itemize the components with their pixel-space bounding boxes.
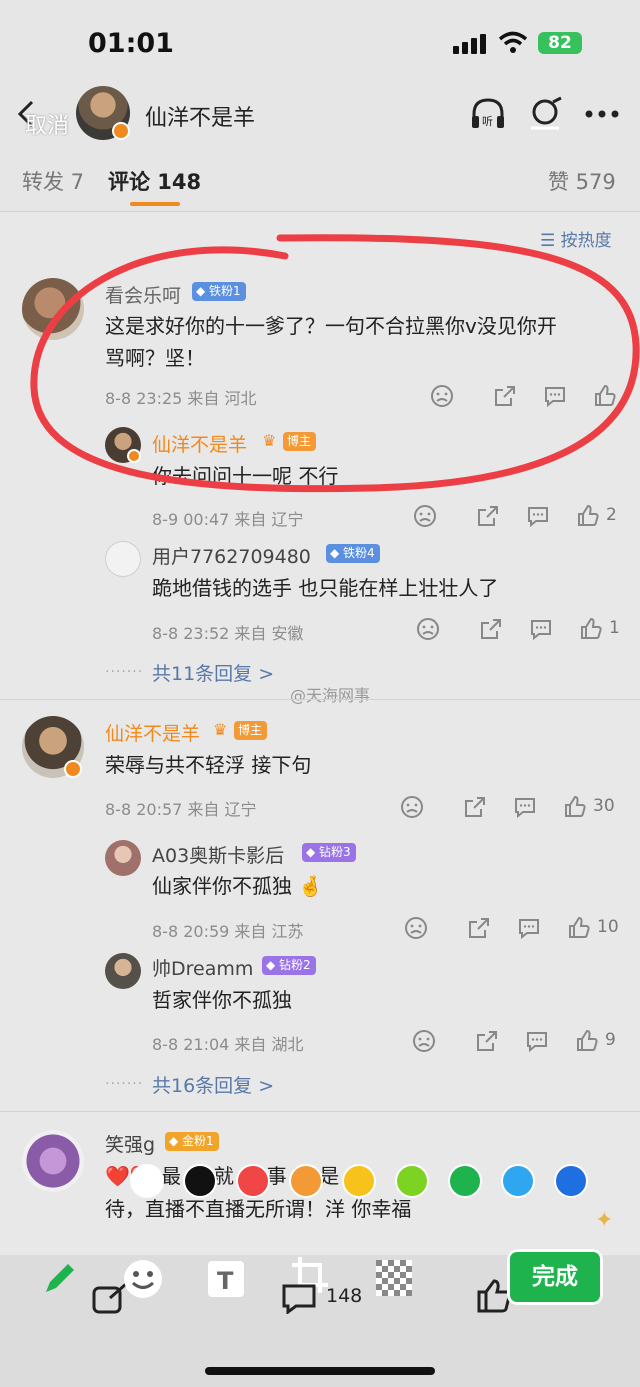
done-button[interactable]: 完成 [507, 1249, 603, 1305]
comment-count: 148 [326, 1285, 363, 1307]
color-swatch[interactable] [289, 1164, 323, 1198]
color-swatch[interactable] [501, 1164, 535, 1198]
svg-text:T: T [217, 1267, 234, 1295]
home-indicator [205, 1367, 435, 1375]
color-swatch[interactable] [183, 1164, 217, 1198]
pen-icon[interactable] [40, 1258, 80, 1298]
comment-icon[interactable] [280, 1282, 318, 1314]
text-tool-icon[interactable]: T [207, 1260, 245, 1298]
emoji-icon[interactable] [122, 1258, 164, 1300]
color-swatch[interactable] [342, 1164, 376, 1198]
color-swatch[interactable] [554, 1164, 588, 1198]
color-swatch[interactable] [448, 1164, 482, 1198]
mosaic-icon[interactable] [376, 1260, 412, 1296]
color-swatch[interactable] [130, 1164, 164, 1198]
color-swatch[interactable] [395, 1164, 429, 1198]
color-swatch[interactable] [236, 1164, 270, 1198]
